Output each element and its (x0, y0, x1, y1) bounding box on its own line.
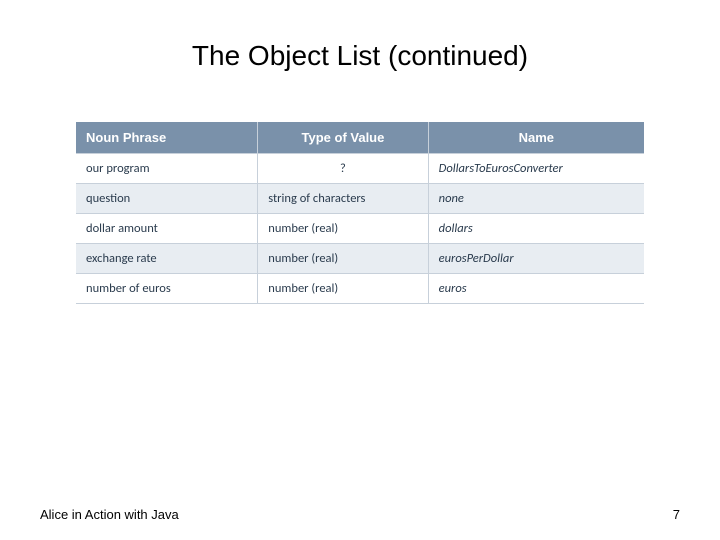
table-row: dollar amount number (real) dollars (76, 214, 644, 244)
table-row: number of euros number (real) euros (76, 274, 644, 304)
table-row: question string of characters none (76, 184, 644, 214)
cell-type: number (real) (258, 244, 428, 274)
cell-name: none (428, 184, 644, 214)
slide: The Object List (continued) Noun Phrase … (0, 0, 720, 540)
page-title: The Object List (continued) (40, 40, 680, 72)
table-header-row: Noun Phrase Type of Value Name (76, 122, 644, 154)
cell-type: string of characters (258, 184, 428, 214)
header-noun-phrase: Noun Phrase (76, 122, 258, 154)
object-list-table: Noun Phrase Type of Value Name our progr… (76, 122, 644, 304)
cell-name: DollarsToEurosConverter (428, 154, 644, 184)
cell-name: eurosPerDollar (428, 244, 644, 274)
table-row: exchange rate number (real) eurosPerDoll… (76, 244, 644, 274)
footer: Alice in Action with Java 7 (40, 507, 680, 522)
cell-type: number (real) (258, 274, 428, 304)
cell-name: euros (428, 274, 644, 304)
header-type-of-value: Type of Value (258, 122, 428, 154)
cell-name: dollars (428, 214, 644, 244)
cell-noun: number of euros (76, 274, 258, 304)
footer-left-text: Alice in Action with Java (40, 507, 179, 522)
cell-noun: our program (76, 154, 258, 184)
table-row: our program ? DollarsToEurosConverter (76, 154, 644, 184)
cell-type: number (real) (258, 214, 428, 244)
header-name: Name (428, 122, 644, 154)
cell-noun: dollar amount (76, 214, 258, 244)
cell-type: ? (258, 154, 428, 184)
page-number: 7 (673, 507, 680, 522)
cell-noun: question (76, 184, 258, 214)
cell-noun: exchange rate (76, 244, 258, 274)
